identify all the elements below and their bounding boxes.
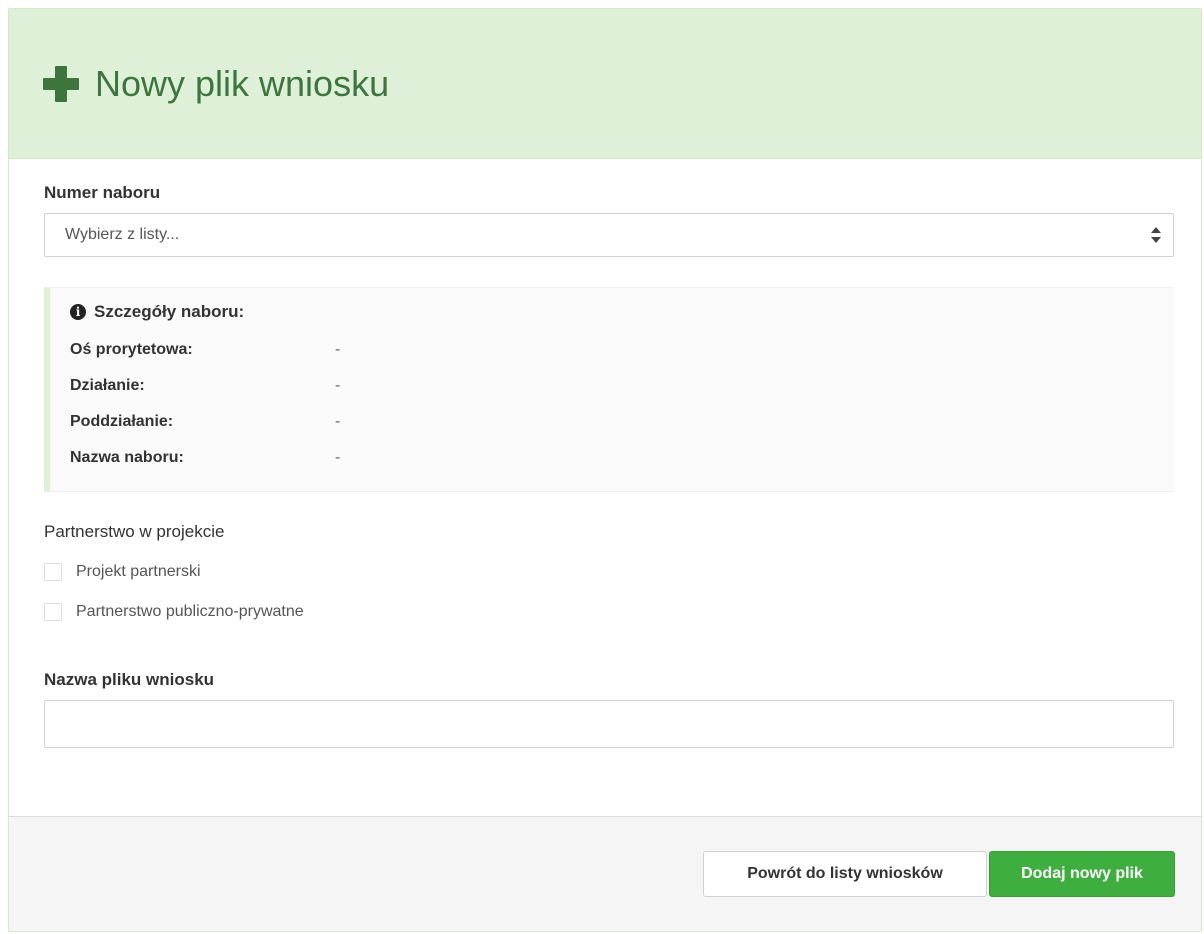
detail-row: Oś prorytetowa: - — [70, 332, 1174, 368]
panel-header: Nowy plik wniosku — [9, 9, 1201, 159]
partnerstwo-label: Partnerstwo w projekcie — [44, 522, 225, 541]
checkbox-label: Projekt partnerski — [76, 563, 201, 580]
details-heading-text: Szczegóły naboru: — [94, 302, 245, 321]
plus-icon — [41, 64, 81, 104]
nazwa-pliku-label: Nazwa pliku wniosku — [44, 670, 215, 689]
select-arrows-icon — [1151, 227, 1161, 245]
details-heading: i Szczegóły naboru: — [70, 302, 1174, 322]
panel-footer: Powrót do listy wniosków Dodaj nowy plik — [9, 816, 1201, 931]
numer-naboru-label: Numer naboru — [44, 183, 161, 202]
partnerstwo-options: Projekt partnerski Partnerstwo publiczno… — [44, 552, 1173, 632]
detail-value: - — [335, 341, 341, 358]
numer-naboru-selected: Wybierz z listy... — [65, 226, 180, 243]
detail-value: - — [335, 413, 341, 430]
detail-row: Poddziałanie: - — [70, 404, 1174, 440]
add-new-file-button[interactable]: Dodaj nowy plik — [989, 851, 1175, 897]
ppp-checkbox[interactable] — [44, 603, 62, 621]
nazwa-pliku-input[interactable] — [44, 700, 1174, 748]
back-to-list-button[interactable]: Powrót do listy wniosków — [703, 851, 987, 897]
checkbox-label: Partnerstwo publiczno-prywatne — [76, 603, 304, 620]
detail-key: Działanie: — [70, 377, 145, 394]
detail-key: Oś prorytetowa: — [70, 341, 193, 358]
detail-value: - — [335, 377, 341, 394]
checkbox-row[interactable]: Projekt partnerski — [44, 552, 1173, 592]
detail-row: Działanie: - — [70, 368, 1174, 404]
form-body: Numer naboru Wybierz z listy... i Szczeg… — [9, 159, 1201, 748]
info-icon: i — [70, 304, 86, 320]
details-box: i Szczegóły naboru: Oś prorytetowa: - Dz… — [44, 287, 1174, 492]
detail-key: Poddziałanie: — [70, 413, 174, 430]
detail-row: Nazwa naboru: - — [70, 440, 1174, 476]
detail-key: Nazwa naboru: — [70, 449, 184, 466]
checkbox-row[interactable]: Partnerstwo publiczno-prywatne — [44, 592, 1173, 632]
detail-value: - — [335, 449, 341, 466]
projekt-partnerski-checkbox[interactable] — [44, 563, 62, 581]
page-title: Nowy plik wniosku — [95, 62, 390, 104]
new-file-panel: Nowy plik wniosku Numer naboru Wybierz z… — [8, 8, 1202, 932]
numer-naboru-select[interactable]: Wybierz z listy... — [44, 213, 1174, 257]
